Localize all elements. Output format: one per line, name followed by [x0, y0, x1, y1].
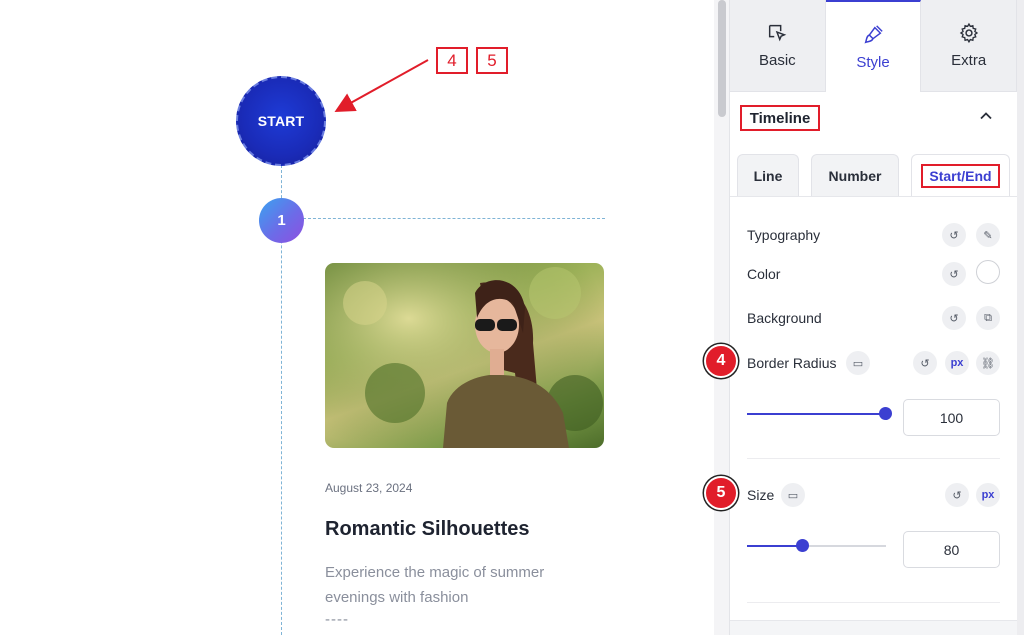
reset-icon[interactable]: ↺: [945, 483, 969, 507]
tab-style-label: Style: [856, 53, 890, 71]
unit-selector[interactable]: px: [945, 351, 969, 375]
edit-icon[interactable]: ✎: [976, 223, 1000, 247]
border-radius-input[interactable]: 100: [903, 399, 1000, 436]
color-label: Color: [747, 266, 781, 282]
background-label: Background: [747, 310, 822, 326]
reset-icon[interactable]: ↺: [913, 351, 937, 375]
reset-icon[interactable]: ↺: [942, 223, 966, 247]
cursor-icon: [769, 24, 787, 42]
subtab-number[interactable]: Number: [811, 154, 899, 196]
monitor-icon[interactable]: ▭: [781, 483, 805, 507]
subtab-start-end[interactable]: Start/End: [911, 154, 1010, 196]
annotation-badge-4: 4: [704, 344, 738, 378]
callout-arrow: [334, 59, 429, 112]
border-radius-slider-fill: [747, 413, 886, 415]
size-label: Size: [747, 487, 775, 503]
gear-icon: [959, 22, 978, 44]
tab-extra-label: Extra: [951, 52, 987, 69]
timeline-subtabs: Line Number Start/End: [730, 146, 1017, 196]
unit-selector[interactable]: px: [976, 483, 1000, 507]
tab-basic[interactable]: Basic: [730, 0, 826, 92]
style-panel: Basic Style Extra Timeline Line Number S…: [704, 0, 1024, 635]
timeline-section-title: Timeline: [740, 105, 820, 131]
reset-icon[interactable]: ↺: [942, 262, 966, 286]
chevron-up-icon[interactable]: [978, 108, 994, 124]
divider: [747, 602, 1000, 603]
tab-basic-label: Basic: [758, 52, 796, 69]
tab-style[interactable]: Style: [825, 0, 922, 92]
divider: [747, 458, 1000, 459]
panel-tabs: Basic Style Extra: [730, 0, 1018, 92]
panel-footer: [730, 620, 1017, 635]
timeline-preview: START 1 August 23, 2024 Romantic Silhoue…: [0, 0, 714, 635]
timeline-section-header[interactable]: Timeline: [730, 92, 1017, 146]
monitor-icon[interactable]: ▭: [846, 351, 870, 375]
reset-icon[interactable]: ↺: [942, 306, 966, 330]
brush-icon: [864, 24, 883, 43]
size-input[interactable]: 80: [903, 531, 1000, 568]
annotation-badge-5: 5: [704, 476, 738, 510]
typography-label: Typography: [747, 227, 821, 243]
border-radius-label: Border Radius: [747, 355, 837, 371]
size-slider-fill: [747, 545, 803, 547]
subtab-line[interactable]: Line: [737, 154, 799, 196]
link-icon[interactable]: ⛓: [976, 351, 1000, 375]
border-radius-slider-thumb[interactable]: [879, 407, 892, 420]
color-picker-swatch[interactable]: [976, 260, 1000, 284]
copy-icon[interactable]: ⧉: [976, 306, 1000, 330]
panel-scrollbar[interactable]: [1017, 0, 1024, 635]
tab-extra[interactable]: Extra: [921, 0, 1018, 92]
preview-scrollbar-thumb[interactable]: [718, 0, 726, 117]
start-end-settings: Typography ↺ ✎ Color ↺ Background ↺ ⧉ 4 …: [704, 196, 1017, 620]
size-slider-thumb[interactable]: [796, 539, 809, 552]
